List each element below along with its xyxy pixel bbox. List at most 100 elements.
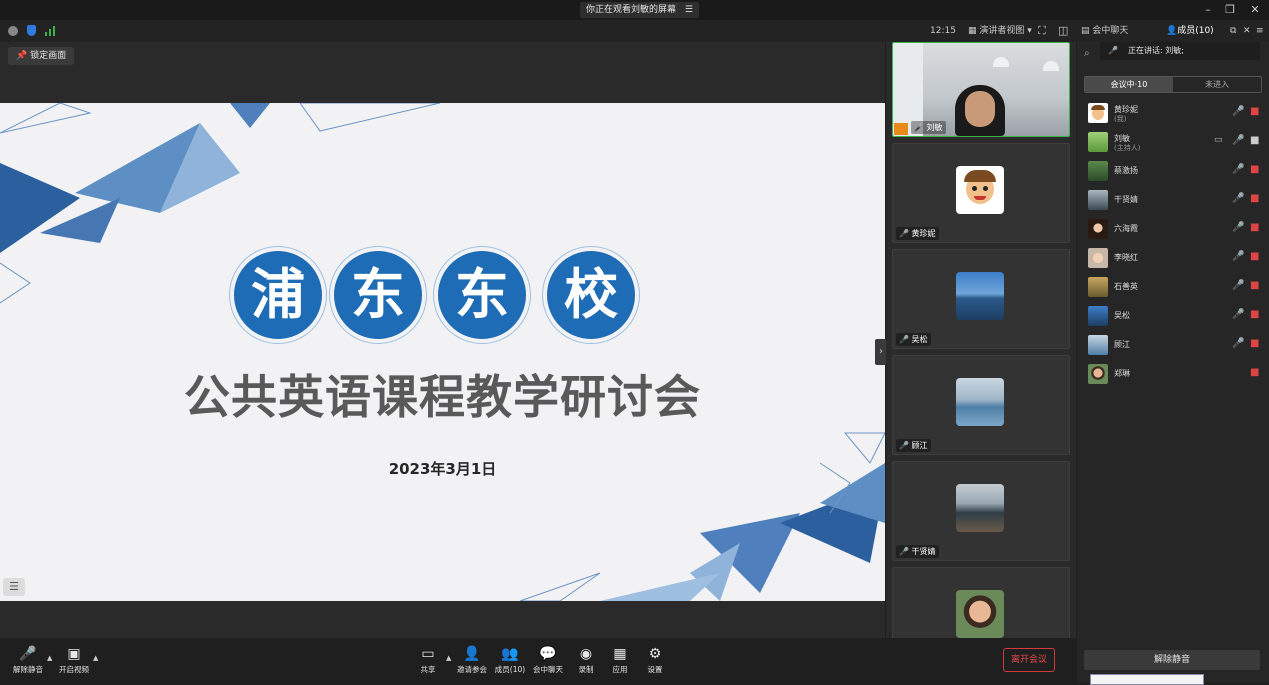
slide-date: 2023年3月1日 (388, 460, 497, 478)
camera-off-icon[interactable]: ■ (1250, 367, 1259, 378)
participant-name: 六海霞 (1114, 224, 1138, 233)
speaking-text: 正在讲话: 刘敏; (1128, 46, 1184, 55)
avatar (1088, 306, 1108, 326)
chevron-up-icon[interactable]: ▲ (446, 654, 451, 662)
chevron-up-icon[interactable]: ▲ (47, 654, 52, 662)
chat-button[interactable]: 💬 会中聊天 (528, 645, 568, 675)
leave-meeting-button[interactable]: 离开会议 (1003, 648, 1055, 672)
settings-button[interactable]: ⚙ 设置 (635, 645, 675, 675)
avatar (1088, 335, 1108, 355)
camera-off-icon[interactable]: ■ (1250, 222, 1259, 233)
mic-on-icon[interactable]: 🎤 (1232, 135, 1244, 146)
info-icon[interactable] (8, 26, 18, 36)
tab-not-joined[interactable]: 未进入 (1173, 77, 1261, 92)
participant-row[interactable]: 黄珍妮 (我) 🎤 ■ (1084, 100, 1264, 126)
shield-icon[interactable] (27, 25, 36, 36)
grid-icon: ▦ (968, 26, 980, 36)
minimize-icon[interactable]: – (1200, 2, 1216, 18)
members-button[interactable]: 👥 成员(10) (490, 645, 530, 675)
share-title[interactable]: 你正在观看刘敏的屏幕 ☰ (580, 2, 699, 18)
slide-decoration (0, 103, 885, 601)
shared-slide: 浦 东 东 校 公共英语课程教学研讨会 2023年3月1日 (0, 103, 885, 601)
avatar (1088, 364, 1108, 384)
video-tile-speaker[interactable]: 🎤 刘敏 (892, 42, 1070, 137)
title-char-1: 浦 (234, 251, 322, 339)
mic-muted-icon[interactable]: 🎤 (1232, 251, 1244, 262)
participant-row[interactable]: 李晓红 🎤 ■ (1084, 245, 1264, 271)
apps-button[interactable]: ▦ 应用 (600, 645, 640, 675)
members-icon: 👤 (1166, 26, 1178, 36)
share-button[interactable]: ▭ 共享 (408, 645, 448, 675)
camera-off-icon[interactable]: ■ (1250, 309, 1259, 320)
participant-row[interactable]: 石善英 🎤 ■ (1084, 274, 1264, 300)
close-panel-icon[interactable]: ✕ (1243, 23, 1251, 39)
participant-row[interactable]: 顾江 🎤 ■ (1084, 332, 1264, 358)
menu-icon[interactable]: ☰ (685, 5, 693, 15)
participant-name: 干贤婧 (1114, 195, 1138, 204)
camera-off-icon[interactable]: ■ (1250, 280, 1259, 291)
video-tile[interactable]: 🎤 吴松 (892, 249, 1070, 349)
pin-view-button[interactable]: 📌 锁定画面 (8, 47, 75, 65)
mic-muted-icon[interactable]: 🎤 (1232, 338, 1244, 349)
participant-row[interactable]: 干贤婧 🎤 ■ (1084, 187, 1264, 213)
participant-row[interactable]: 吴松 🎤 ■ (1084, 303, 1264, 329)
tab-chat[interactable]: ▤ 会中聊天 (1081, 23, 1128, 39)
mic-muted-icon[interactable]: 🎤 (1232, 280, 1244, 291)
invite-button[interactable]: 👤 邀请参会 (452, 645, 492, 675)
avatar (1088, 248, 1108, 268)
chevron-up-icon[interactable]: ▲ (93, 654, 98, 662)
tab-members[interactable]: 👤成员(10) (1166, 23, 1214, 39)
slide-menu-icon[interactable]: ☰ (3, 578, 25, 596)
more-icon[interactable]: ≡ (1256, 23, 1264, 39)
popout-icon[interactable]: ⧉ (1230, 23, 1236, 39)
restore-icon[interactable]: ❐ (1222, 2, 1238, 18)
unmute-button[interactable]: 🎤 解除静音 (8, 645, 48, 675)
avatar-photo (956, 378, 1004, 426)
settings-label: 设置 (647, 665, 663, 674)
share-title-text: 你正在观看刘敏的屏幕 (586, 5, 677, 15)
mic-muted-icon[interactable]: 🎤 (1232, 222, 1244, 233)
members-label: 成员(10) (494, 665, 526, 674)
view-switch[interactable]: ▦ 演讲者视图 ▾ (968, 23, 1032, 39)
camera-on-icon[interactable]: ■ (1250, 135, 1259, 146)
speaking-indicator: 🎤 正在讲话: 刘敏; (1100, 42, 1260, 60)
camera-off-icon[interactable]: ■ (1250, 251, 1259, 262)
pin-icon: 📌 (16, 51, 31, 61)
avatar-photo (956, 590, 1004, 638)
title-char-3: 东 (438, 251, 526, 339)
participant-row[interactable]: 郑琳 ■ (1084, 361, 1264, 387)
sidebar-toggle-icon[interactable]: ◫ (1058, 23, 1068, 39)
avatar (1088, 161, 1108, 181)
camera-off-icon[interactable]: ■ (1250, 193, 1259, 204)
unmute-label: 解除静音 (13, 665, 43, 674)
unmute-all-button[interactable]: 解除静音 (1084, 650, 1260, 670)
member-tabs: 会议中·10 未进入 (1084, 76, 1262, 93)
participant-row[interactable]: 六海霞 🎤 ■ (1084, 216, 1264, 242)
close-icon[interactable]: ✕ (1247, 2, 1263, 18)
camera-off-icon[interactable]: ■ (1250, 338, 1259, 349)
mic-muted-icon[interactable]: 🎤 (1232, 164, 1244, 175)
participant-row[interactable]: 蔡激扬 🎤 ■ (1084, 158, 1264, 184)
participant-name: 吴松 (1114, 311, 1130, 320)
mic-muted-icon[interactable]: 🎤 (1232, 106, 1244, 117)
tile-name: 🎤 吴松 (896, 333, 931, 346)
pin-label: 锁定画面 (30, 51, 67, 61)
participant-row[interactable]: 刘敏 (主持人) ▭ 🎤 ■ (1084, 129, 1264, 155)
mic-muted-icon[interactable]: 🎤 (1232, 193, 1244, 204)
camera-off-icon[interactable]: ■ (1250, 106, 1259, 117)
screen-share-icon: ▭ (1214, 135, 1223, 145)
video-tile[interactable] (892, 567, 1070, 639)
fullscreen-icon[interactable]: ⛶ (1038, 23, 1046, 39)
mic-muted-icon: 🎤 (19, 646, 37, 662)
chat-icon: 💬 (539, 646, 557, 662)
avatar (1088, 190, 1108, 210)
video-tile[interactable]: 🎤 干贤婧 (892, 461, 1070, 561)
video-tile[interactable]: 🎤 黄珍妮 (892, 143, 1070, 243)
search-icon[interactable]: ⌕ (1084, 48, 1098, 62)
video-tile[interactable]: 🎤 顾江 (892, 355, 1070, 455)
mic-muted-icon[interactable]: 🎤 (1232, 309, 1244, 320)
start-video-button[interactable]: ▣ 开启视频 (54, 645, 94, 675)
signal-icon[interactable] (45, 26, 55, 36)
camera-off-icon[interactable]: ■ (1250, 164, 1259, 175)
tab-in-meeting[interactable]: 会议中·10 (1085, 77, 1173, 92)
